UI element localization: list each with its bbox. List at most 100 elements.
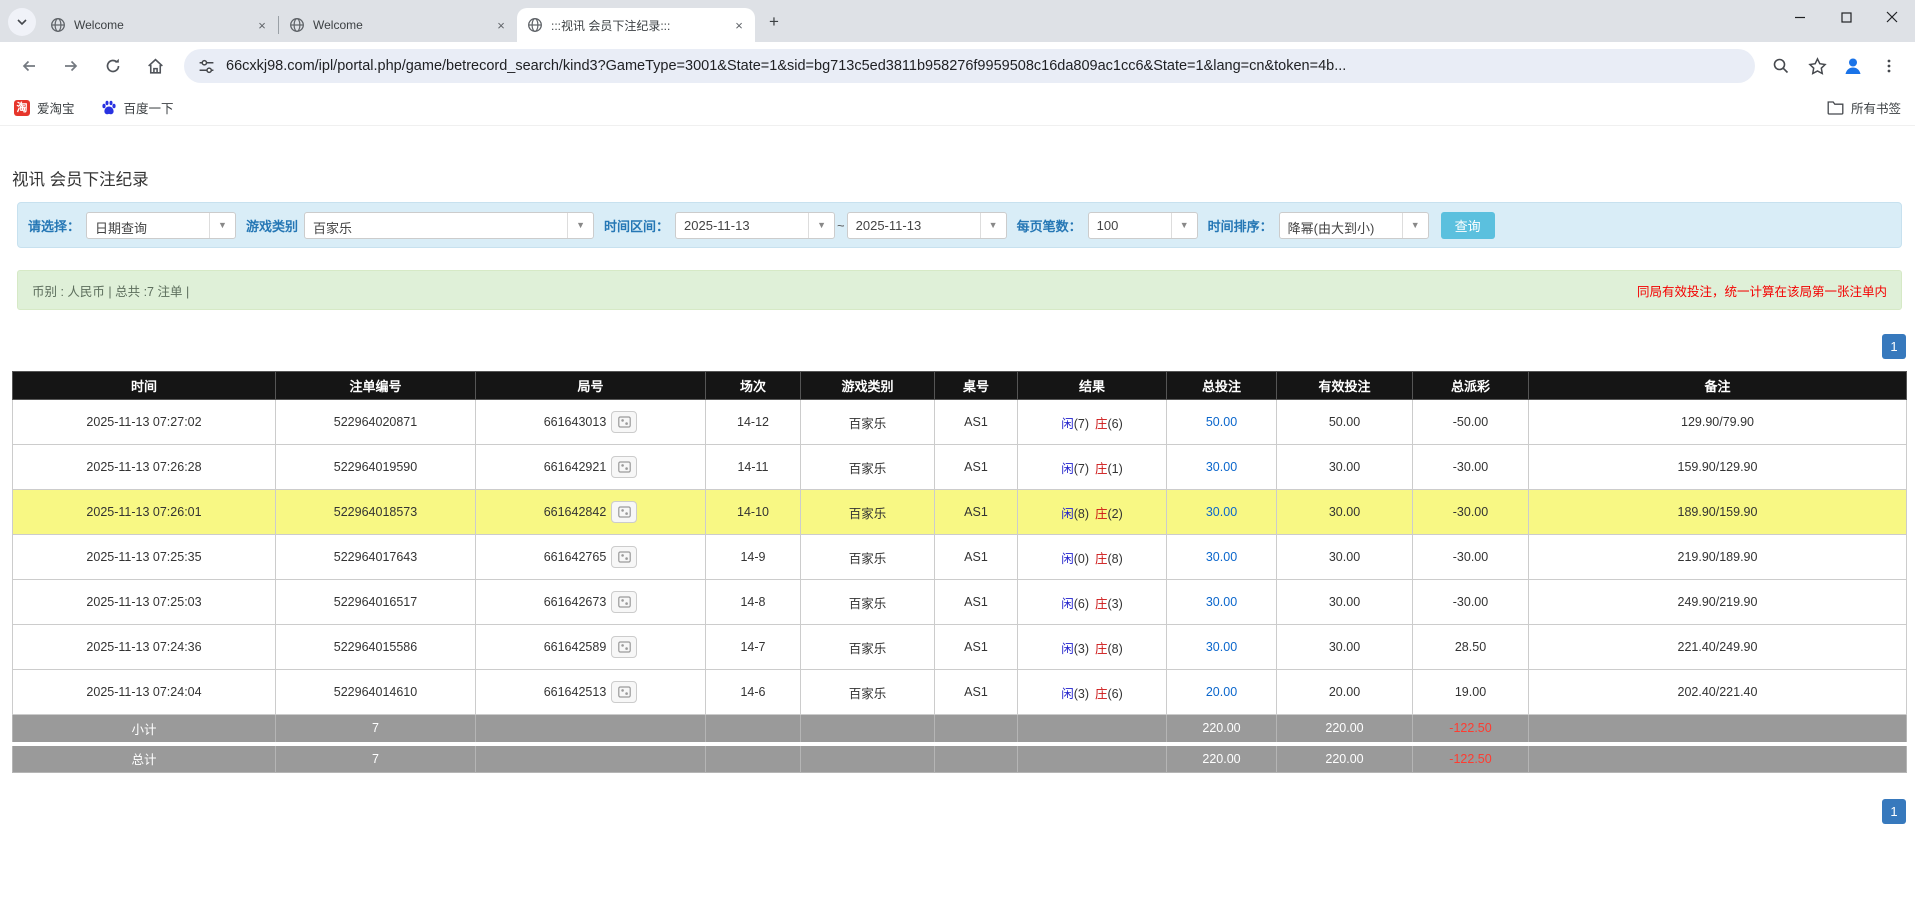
cell-game-type: 百家乐 [801,625,935,670]
home-icon[interactable] [138,49,172,83]
cell-round: 661642765 [476,535,706,580]
window-close-icon[interactable] [1869,0,1915,34]
cell-result: 闲(3)庄(8) [1018,625,1167,670]
result-player-count: (3) [1074,642,1089,656]
tab-title: Welcome [313,18,493,32]
cell-session: 14-6 [706,670,801,715]
subtotal-valid-bet: 220.00 [1277,715,1413,744]
subtotal-total-bet: 220.00 [1167,715,1277,744]
tab-welcome-2[interactable]: Welcome × [279,8,517,42]
url-text[interactable]: 66cxkj98.com/ipl/portal.php/game/betreco… [226,58,1741,74]
tab-welcome-1[interactable]: Welcome × [40,8,278,42]
all-bookmarks-button[interactable]: 所有书签 [1827,98,1901,117]
total-bet-link[interactable]: 30.00 [1206,640,1237,654]
cell-bet-id: 522964018573 [276,490,476,535]
table-row: 2025-11-13 07:24:04 522964014610 6616425… [13,670,1907,715]
result-player-count: (6) [1074,597,1089,611]
total-total-bet: 220.00 [1167,744,1277,773]
pagination-top: 1 [12,334,1906,359]
round-number: 661642765 [544,550,607,564]
cell-round: 661642673 [476,580,706,625]
profile-avatar[interactable] [1837,50,1869,82]
result-banker-count: (6) [1108,687,1123,701]
cell-session: 14-12 [706,400,801,445]
query-type-select[interactable]: 日期查询 ▼ [86,212,236,239]
film-icon [618,461,631,473]
video-replay-button[interactable] [611,636,637,658]
film-icon [618,551,631,563]
cell-bet-id: 522964020871 [276,400,476,445]
query-button[interactable]: 查询 [1441,212,1495,239]
cell-valid-bet: 30.00 [1277,625,1413,670]
url-bar[interactable]: 66cxkj98.com/ipl/portal.php/game/betreco… [184,49,1755,83]
game-type-select[interactable]: 百家乐 ▼ [304,212,594,239]
cell-bet-id: 522964019590 [276,445,476,490]
video-replay-button[interactable] [611,501,637,523]
minimize-icon[interactable] [1777,0,1823,34]
video-replay-button[interactable] [611,591,637,613]
cell-time: 2025-11-13 07:27:02 [13,400,276,445]
close-icon[interactable]: × [731,17,747,33]
total-bet-link[interactable]: 30.00 [1206,595,1237,609]
header-time: 时间 [13,372,276,400]
result-player-label: 闲 [1061,507,1074,521]
cell-payout: -30.00 [1413,445,1529,490]
page-number-button[interactable]: 1 [1882,799,1906,824]
bookmark-baidu[interactable]: 百度一下 [101,98,174,117]
page-number-button[interactable]: 1 [1882,334,1906,359]
video-replay-button[interactable] [611,681,637,703]
cell-time: 2025-11-13 07:24:36 [13,625,276,670]
result-player-label: 闲 [1061,417,1074,431]
globe-icon [289,17,305,33]
total-bet-link[interactable]: 20.00 [1206,685,1237,699]
new-tab-button[interactable]: + [761,9,787,35]
tab-search-button[interactable] [8,8,36,36]
site-info-icon[interactable] [198,58,215,75]
result-player-label: 闲 [1061,642,1074,656]
video-replay-button[interactable] [611,411,637,433]
toolbar-right-icons [1763,50,1907,82]
cell-note: 159.90/129.90 [1529,445,1907,490]
sort-value: 降幂(由大到小) [1280,213,1402,238]
maximize-icon[interactable] [1823,0,1869,34]
result-player-count: (7) [1074,417,1089,431]
cell-game-type: 百家乐 [801,490,935,535]
video-replay-button[interactable] [611,456,637,478]
total-bet-link[interactable]: 30.00 [1206,550,1237,564]
total-count: 7 [276,744,476,773]
header-valid-bet: 有效投注 [1277,372,1413,400]
bookmark-star-icon[interactable] [1801,50,1833,82]
tab-bet-records-active[interactable]: :::视讯 会员下注纪录::: × [517,8,755,42]
cell-total-bet: 30.00 [1167,535,1277,580]
video-replay-button[interactable] [611,546,637,568]
date-to-select[interactable]: 2025-11-13 ▼ [847,212,1007,239]
film-icon [618,506,631,518]
result-banker-label: 庄 [1095,687,1108,701]
close-icon[interactable]: × [493,17,509,33]
per-page-select[interactable]: 100 ▼ [1088,212,1198,239]
result-banker-label: 庄 [1095,507,1108,521]
bookmark-taobao[interactable]: 淘 爱淘宝 [14,98,75,117]
cell-note: 249.90/219.90 [1529,580,1907,625]
forward-icon[interactable] [54,49,88,83]
reload-icon[interactable] [96,49,130,83]
total-bet-link[interactable]: 30.00 [1206,505,1237,519]
tab-title: :::视讯 会员下注纪录::: [551,17,731,34]
result-player-count: (7) [1074,462,1089,476]
total-bet-link[interactable]: 50.00 [1206,415,1237,429]
cell-table-no: AS1 [935,445,1018,490]
result-banker-label: 庄 [1095,417,1108,431]
total-bet-link[interactable]: 30.00 [1206,460,1237,474]
table-row: 2025-11-13 07:26:01 522964018573 6616428… [13,490,1907,535]
back-icon[interactable] [12,49,46,83]
date-from-select[interactable]: 2025-11-13 ▼ [675,212,835,239]
bookmark-label: 百度一下 [124,98,174,117]
taobao-favicon: 淘 [14,100,30,116]
result-banker-label: 庄 [1095,552,1108,566]
globe-icon [527,17,543,33]
cell-game-type: 百家乐 [801,445,935,490]
zoom-icon[interactable] [1765,50,1797,82]
close-icon[interactable]: × [254,17,270,33]
kebab-menu-icon[interactable] [1873,50,1905,82]
sort-select[interactable]: 降幂(由大到小) ▼ [1279,212,1429,239]
